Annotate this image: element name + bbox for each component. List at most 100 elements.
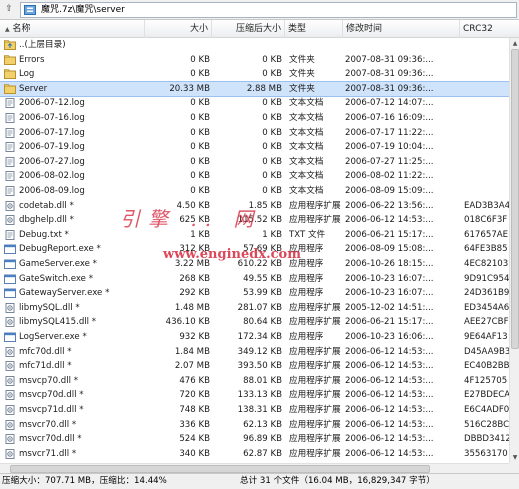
table-row[interactable]: msvcp71d.dll * 748 KB 138.31 KB 应用程序扩展 2006-…	[0, 403, 509, 418]
table-row[interactable]: Debug.txt * 1 KB 1 KB TXT 文件 2006-06-21 15:1…	[0, 228, 509, 243]
table-row[interactable]: mfc71d.dll * 2.07 MB 393.50 KB 应用程序扩展 2006-0…	[0, 359, 509, 374]
table-row[interactable]: 2006-07-16.log 0 KB 0 KB 文本文档 2006-07-16 16:…	[0, 111, 509, 126]
cell-packed-size: 393.50 KB	[237, 361, 282, 372]
column-header-size[interactable]: 大小	[145, 20, 212, 38]
path-text: 魔咒.7z\魔咒\server	[41, 5, 125, 15]
cell-modified	[345, 38, 460, 53]
table-row[interactable]: GameServer.exe * 3.22 MB 610.22 KB 应用程序 2006…	[0, 257, 509, 272]
cell-type: 应用程序	[289, 273, 324, 284]
table-row[interactable]: 2006-07-17.log 0 KB 0 KB 文本文档 2006-07-17 11:…	[0, 126, 509, 141]
dll-file-icon	[5, 346, 15, 357]
table-row[interactable]: LogServer.exe * 932 KB 172.34 KB 应用程序 2006-1…	[0, 330, 509, 345]
cell-packed-size: 62.87 KB	[243, 448, 282, 459]
cell-size: 476 KB	[179, 375, 210, 386]
cell-modified: 2006-06-12 14:53:...	[345, 419, 434, 430]
column-header-type[interactable]: 类型	[285, 20, 343, 38]
vertical-scroll-thumb[interactable]	[511, 49, 519, 349]
path-field[interactable]: 魔咒.7z\魔咒\server	[20, 2, 517, 18]
table-row[interactable]: GatewayServer.exe * 292 KB 53.99 KB 应用程序 200…	[0, 286, 509, 301]
cell-packed-size: 349.12 KB	[237, 346, 282, 357]
cell-packed-size: 53.99 KB	[243, 288, 282, 299]
cell-type: 应用程序扩展	[289, 390, 341, 401]
column-header-crc32[interactable]: CRC32	[460, 20, 519, 38]
table-row[interactable]: mfc70d.dll * 1.84 MB 349.12 KB 应用程序扩展 2006-0…	[0, 345, 509, 360]
cell-name: 2006-08-02.log	[19, 171, 85, 182]
column-header-name[interactable]: ▲ 名称	[0, 20, 145, 38]
table-row[interactable]: msvcp70.dll * 476 KB 88.01 KB 应用程序扩展 2006-06…	[0, 374, 509, 389]
table-row[interactable]: msvcr70d.dll * 524 KB 96.89 KB 应用程序扩展 2006-0…	[0, 432, 509, 447]
cell-packed-size: 0 KB	[262, 186, 282, 196]
dll-file-icon	[5, 317, 15, 328]
table-row[interactable]: 2006-07-27.log 0 KB 0 KB 文本文档 2006-07-27 11:…	[0, 155, 509, 170]
status-total: 总计 31 个文件（16.04 MB，16,829,347 字节）	[240, 476, 435, 486]
dll-file-icon	[5, 448, 15, 459]
cell-modified: 2006-07-17 11:22:...	[345, 127, 434, 138]
file-list[interactable]: ..(上层目录) Errors 0 KB 0 KB 文件夹 2007-08-31 09:3…	[0, 38, 509, 463]
dll-file-icon	[5, 200, 15, 211]
column-header-packed-size[interactable]: 压缩后大小	[212, 20, 285, 38]
table-row[interactable]: msvcr71.dll * 340 KB 62.87 KB 应用程序扩展 2006-06…	[0, 447, 509, 462]
table-row[interactable]: GateSwitch.exe * 268 KB 49.55 KB 应用程序 2006-1…	[0, 272, 509, 287]
scroll-down-icon[interactable]: ▼	[511, 453, 519, 462]
cell-type: 应用程序扩展	[289, 317, 341, 328]
cell-name: mfc70d.dll *	[19, 346, 72, 357]
table-row[interactable]: Log 0 KB 0 KB 文件夹 2007-08-31 09:36:...	[0, 67, 509, 82]
cell-name: DebugReport.exe *	[19, 244, 101, 255]
cell-name: msvcp70.dll *	[19, 375, 79, 386]
cell-name: 2006-07-12.log	[19, 98, 85, 109]
cell-size: 720 KB	[179, 390, 210, 401]
cell-modified: 2006-10-26 18:15:...	[345, 259, 434, 269]
table-row[interactable]: libmySQL.dll * 1.48 MB 281.07 KB 应用程序扩展 2005…	[0, 301, 509, 316]
table-row[interactable]: 2006-07-12.log 0 KB 0 KB 文本文档 2006-07-12 14:…	[0, 96, 509, 111]
cell-type: 文件夹	[289, 69, 315, 80]
cell-modified: 2006-06-12 14:53:...	[345, 390, 434, 401]
column-header-row: ▲ 名称 大小 压缩后大小 类型 修改时间 CRC32	[0, 20, 519, 38]
table-row[interactable]: ..(上层目录)	[0, 38, 509, 53]
cell-type: 文本文档	[289, 142, 324, 153]
cell-size: 625 KB	[179, 215, 210, 226]
cell-crc32	[464, 67, 509, 82]
up-arrow-icon[interactable]: ⇧	[2, 3, 16, 16]
table-row[interactable]: msvcr70.dll * 336 KB 62.13 KB 应用程序扩展 2006-06…	[0, 418, 509, 433]
table-row[interactable]: 2006-07-19.log 0 KB 0 KB 文本文档 2006-07-19 10:…	[0, 140, 509, 155]
cell-type: 文本文档	[289, 98, 324, 109]
cell-size: 312 KB	[179, 244, 210, 255]
cell-packed-size: 0 KB	[262, 171, 282, 182]
cell-type: 文本文档	[289, 171, 324, 182]
cell-crc32	[464, 38, 509, 53]
cell-modified: 2006-06-12 14:53:...	[345, 215, 434, 226]
table-row[interactable]: dbghelp.dll * 625 KB 115.52 KB 应用程序扩展 2006-0…	[0, 213, 509, 228]
cell-size: 268 KB	[179, 273, 210, 284]
cell-modified: 2006-06-22 13:56:...	[345, 200, 434, 211]
cell-name: 2006-08-09.log	[19, 186, 85, 196]
cell-crc32	[464, 155, 509, 170]
cell-type: 应用程序扩展	[289, 302, 341, 313]
table-row[interactable]: Errors 0 KB 0 KB 文件夹 2007-08-31 09:36:...	[0, 53, 509, 68]
folder-up-icon	[4, 40, 16, 50]
table-row[interactable]: libmySQL415.dll * 436.10 KB 80.64 KB 应用程序扩展…	[0, 315, 509, 330]
table-row[interactable]: Server 20.33 MB 2.88 MB 文件夹 2007-08-31 09:36…	[0, 80, 509, 98]
table-row[interactable]: codetab.dll * 4.50 KB 1.85 KB 应用程序扩展 2006-06…	[0, 199, 509, 214]
cell-type: 文件夹	[289, 54, 315, 65]
horizontal-scroll-thumb[interactable]	[10, 465, 430, 473]
vertical-scrollbar[interactable]: ▲ ▼	[509, 38, 519, 463]
cell-size: 0 KB	[190, 69, 210, 80]
scroll-up-icon[interactable]: ▲	[511, 39, 519, 48]
cell-modified: 2006-06-12 14:53:...	[345, 405, 434, 415]
table-row[interactable]: DebugReport.exe * 312 KB 57.69 KB 应用程序 2006-…	[0, 242, 509, 257]
cell-name: msvcr70d.dll *	[19, 434, 82, 445]
column-header-modified[interactable]: 修改时间	[343, 20, 460, 38]
cell-crc32: 9D91C954	[464, 273, 509, 284]
status-compression: 压缩大小：707.71 MB，压缩比：14.44%	[2, 476, 167, 486]
cell-name: GateSwitch.exe *	[19, 273, 93, 284]
cell-type: 文本文档	[289, 113, 324, 123]
text-file-icon	[5, 171, 15, 182]
table-row[interactable]: 2006-08-09.log 0 KB 0 KB 文本文档 2006-08-09 15:…	[0, 184, 509, 199]
exe-file-icon	[4, 332, 16, 342]
table-row[interactable]: 2006-08-02.log 0 KB 0 KB 文本文档 2006-08-02 11:…	[0, 169, 509, 184]
table-row[interactable]: msvcp70d.dll * 720 KB 133.13 KB 应用程序扩展 2006-…	[0, 388, 509, 403]
cell-modified: 2006-10-23 16:07:...	[345, 288, 434, 299]
cell-size: 0 KB	[190, 127, 210, 138]
horizontal-scrollbar[interactable]	[0, 463, 509, 473]
cell-name: mfc71d.dll *	[19, 361, 72, 372]
